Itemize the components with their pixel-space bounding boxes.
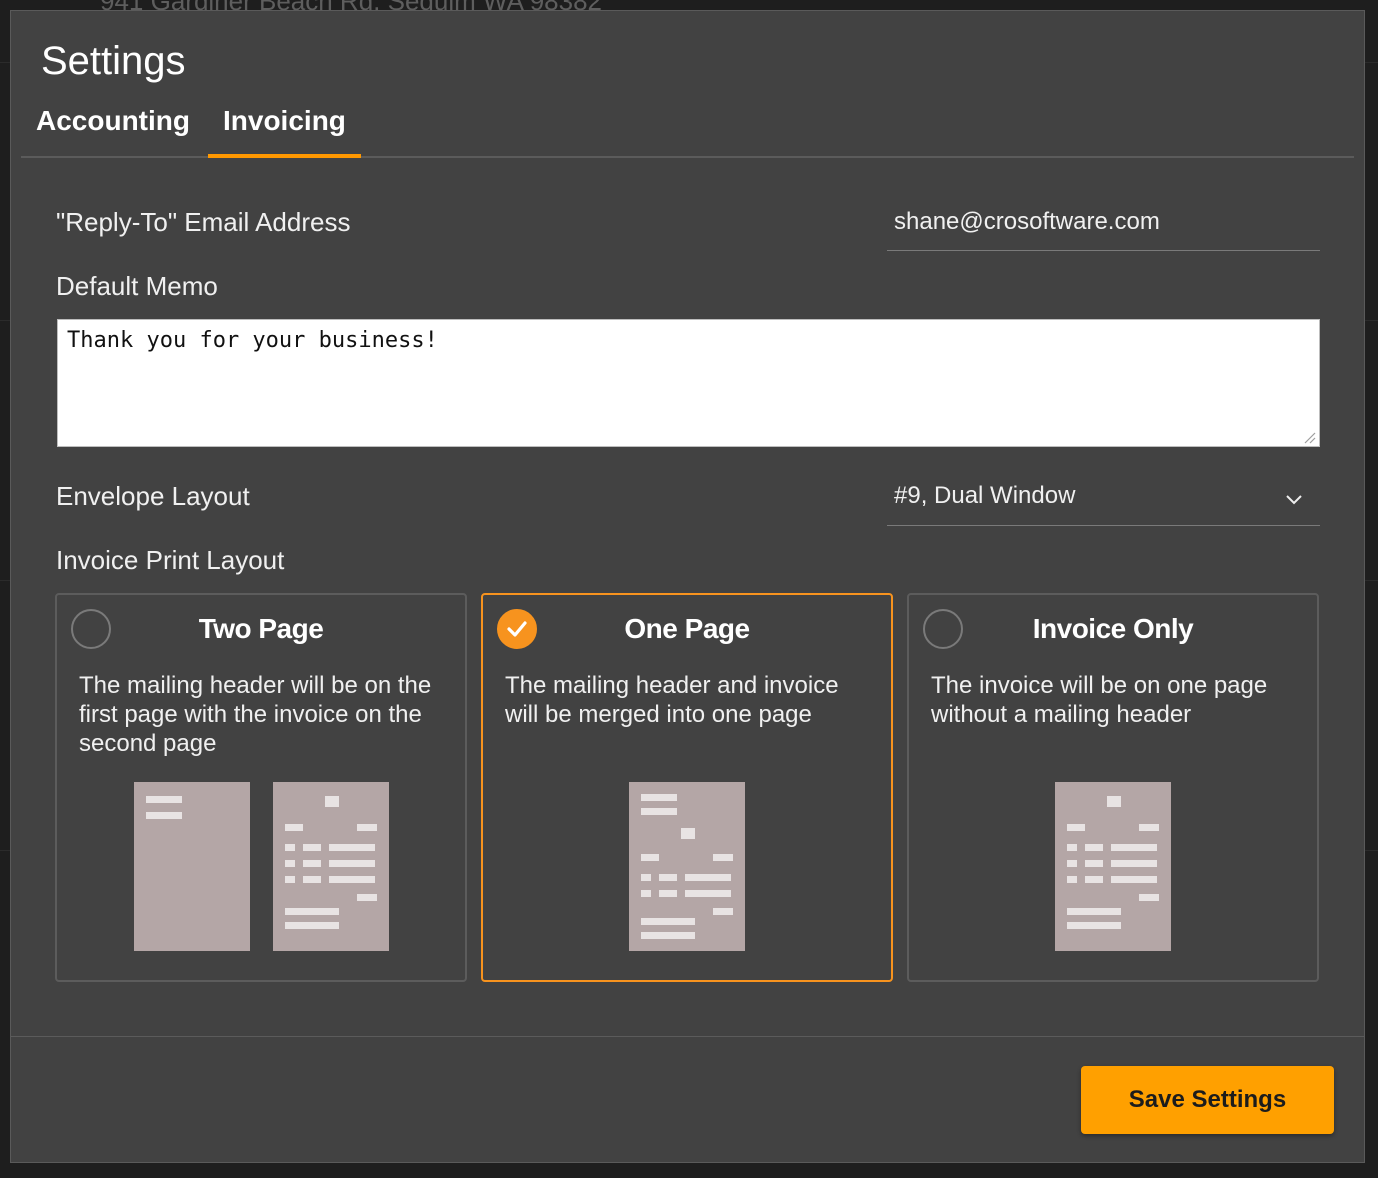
tab-invoicing[interactable]: Invoicing (208, 101, 361, 158)
preview-page-merged (629, 782, 745, 951)
default-memo-label: Default Memo (56, 271, 218, 301)
dialog-title: Settings (41, 39, 186, 83)
layout-option-invoice-only[interactable]: Invoice Only The invoice will be on one … (907, 593, 1319, 982)
reply-to-email-field[interactable] (887, 204, 1320, 251)
settings-dialog: Settings Accounting Invoicing "Reply-To"… (10, 10, 1365, 1163)
footer-divider (11, 1036, 1364, 1037)
envelope-layout-value: #9, Dual Window (894, 482, 1076, 509)
image-icon (681, 828, 695, 839)
save-settings-button[interactable]: Save Settings (1081, 1066, 1334, 1134)
envelope-layout-label: Envelope Layout (56, 481, 250, 511)
layout-option-title: Invoice Only (1032, 613, 1194, 644)
envelope-layout-select[interactable]: #9, Dual Window (887, 477, 1320, 526)
layout-option-title: Two Page (198, 613, 324, 644)
tab-accounting[interactable]: Accounting (21, 101, 205, 158)
layout-option-title: One Page (624, 613, 750, 644)
default-memo-textarea[interactable]: Thank you for your business! (57, 319, 1320, 447)
preview-page-mailing-header (134, 782, 250, 951)
layout-option-description: The invoice will be on one page without … (931, 672, 1268, 728)
chevron-down-icon (1286, 495, 1302, 505)
image-icon (1107, 796, 1121, 807)
invoice-print-layout-label: Invoice Print Layout (56, 545, 285, 575)
image-icon (325, 796, 339, 807)
preview-page-invoice (273, 782, 389, 951)
resize-grip-icon[interactable] (1301, 429, 1317, 445)
layout-option-two-page[interactable]: Two Page The mailing header will be on t… (55, 593, 467, 982)
tab-bar: Accounting Invoicing (21, 101, 1354, 158)
layout-option-description: The mailing header and invoice will be m… (505, 672, 839, 728)
reply-to-label: "Reply-To" Email Address (56, 207, 351, 237)
layout-option-description: The mailing header will be on the first … (79, 672, 432, 757)
preview-page-invoice (1055, 782, 1171, 951)
layout-option-one-page[interactable]: One Page The mailing header and invoice … (481, 593, 893, 982)
